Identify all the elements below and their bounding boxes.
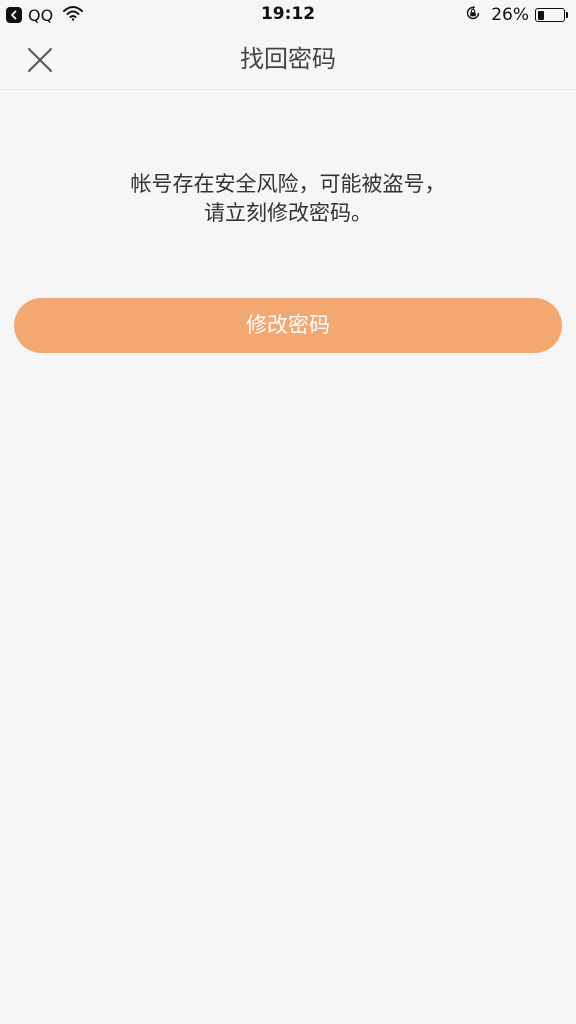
page-title: 找回密码	[240, 45, 336, 73]
screen: QQ 19:12 26% 找回密码 帐号存在安全风险，可能被盗号， 请立刻修改密…	[0, 0, 576, 1024]
close-button[interactable]	[20, 40, 60, 80]
change-password-button[interactable]: 修改密码	[14, 298, 562, 353]
nav-bar: 找回密码	[0, 30, 576, 90]
message-line-2: 请立刻修改密码。	[204, 201, 372, 225]
battery-fill	[537, 10, 544, 20]
battery-tip	[566, 12, 568, 18]
message-line-1: 帐号存在安全风险，可能被盗号，	[130, 172, 446, 196]
status-bar: QQ 19:12 26%	[0, 0, 576, 30]
orientation-lock-icon	[465, 5, 491, 26]
close-icon[interactable]	[27, 47, 53, 73]
battery-icon	[535, 8, 565, 22]
security-warning-message: 帐号存在安全风险，可能被盗号， 请立刻修改密码。	[0, 170, 576, 228]
status-bar-right: 26%	[465, 5, 568, 25]
battery-percent: 26%	[491, 5, 529, 25]
